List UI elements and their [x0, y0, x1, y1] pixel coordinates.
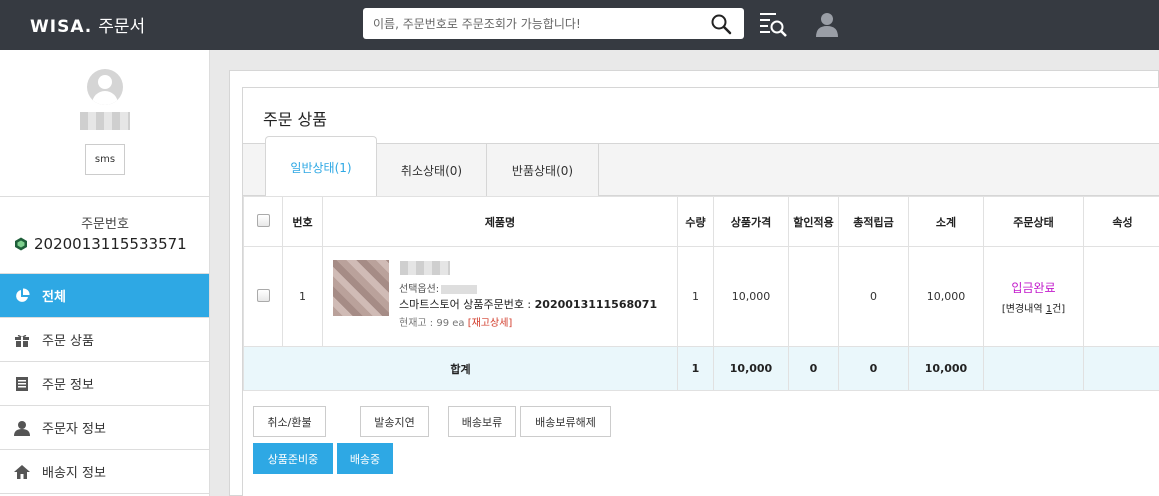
status-tabs: 일반상태(1) 취소상태(0) 반품상태(0)	[243, 136, 1159, 197]
tab-cancel[interactable]: 취소상태(0)	[377, 144, 487, 196]
row-no: 1	[282, 246, 323, 347]
shipping-delay-button[interactable]: 발송지연	[360, 406, 429, 437]
sidebar-item-label: 주문자 정보	[42, 422, 106, 437]
panel-title: 주문 상품	[263, 110, 327, 129]
sidebar-item-label: 전체	[42, 290, 66, 305]
total-price: 10,000	[713, 346, 789, 391]
shipping-hold-button[interactable]: 배송보류	[448, 406, 516, 437]
pie-chart-icon	[16, 287, 30, 302]
col-header-discount: 할인적용	[788, 196, 839, 247]
col-header-subtotal: 소계	[908, 196, 984, 247]
avatar	[87, 69, 123, 105]
sidebar-item-orderer-info[interactable]: 주문자 정보	[0, 406, 209, 450]
product-cell: 선택옵션: 스마트스토어 상품주문번호 : 2020013111568071 현…	[322, 246, 678, 347]
total-status-empty	[983, 346, 1084, 391]
total-label: 합계	[243, 346, 678, 391]
product-name-blurred[interactable]	[400, 261, 450, 275]
order-number-value: 2020013115533571	[34, 235, 187, 253]
user-icon[interactable]	[814, 11, 840, 37]
row-attr	[1083, 246, 1159, 347]
total-qty: 1	[677, 346, 714, 391]
in-delivery-button[interactable]: 배송중	[337, 443, 393, 474]
order-search-list-icon[interactable]	[758, 9, 788, 39]
search-icon[interactable]	[710, 13, 732, 35]
col-header-points: 총적립금	[838, 196, 909, 247]
content-area: 주문 상품 일반상태(1) 취소상태(0) 반품상태(0) 번호 제품명 수량 …	[229, 70, 1159, 496]
page-title: 주문서	[98, 17, 146, 37]
search-box	[363, 8, 744, 39]
sidebar-item-order-products[interactable]: 주문 상품	[0, 318, 209, 362]
order-number: 2020013115533571	[14, 235, 187, 253]
sms-button[interactable]: sms	[85, 144, 125, 175]
status-history-link[interactable]: [변경내역 1건]	[984, 300, 1083, 315]
sidebar-item-label: 주문 정보	[42, 378, 94, 393]
top-bar: WISA. 주문서	[0, 0, 1159, 50]
row-qty: 1	[677, 246, 714, 347]
sidebar-item-label: 주문 상품	[42, 334, 94, 349]
col-header-price: 상품가격	[713, 196, 789, 247]
document-icon	[16, 376, 28, 391]
grade-badge-icon	[15, 237, 27, 251]
row-subtotal: 10,000	[908, 246, 984, 347]
tab-normal[interactable]: 일반상태(1)	[265, 136, 377, 197]
row-status-cell: 입금완료 [변경내역 1건]	[983, 246, 1084, 347]
total-subtotal: 10,000	[908, 346, 984, 391]
total-discount: 0	[788, 346, 839, 391]
order-number-label: 주문번호	[81, 217, 129, 232]
product-thumbnail[interactable]	[333, 260, 389, 316]
customer-name-blurred	[80, 112, 130, 130]
person-icon	[14, 420, 30, 436]
order-status: 입금완료	[1011, 280, 1056, 295]
table-header-row: 번호 제품명 수량 상품가격 할인적용 총적립금 소계 주문상태 속성	[243, 196, 1159, 247]
select-all-checkbox[interactable]	[256, 213, 270, 227]
search-input[interactable]	[373, 14, 703, 34]
total-attr-empty	[1083, 346, 1159, 391]
order-products-table: 번호 제품명 수량 상품가격 할인적용 총적립금 소계 주문상태 속성 1 선택…	[243, 196, 1159, 391]
row-checkbox[interactable]	[256, 288, 270, 302]
stock-detail-link[interactable]: [재고상세]	[468, 318, 513, 329]
total-points: 0	[838, 346, 909, 391]
brand-logo: WISA.	[30, 17, 93, 37]
home-icon	[14, 464, 30, 479]
sidebar-item-shipping-info[interactable]: 배송지 정보	[0, 450, 209, 494]
col-header-product: 제품명	[322, 196, 678, 247]
select-all-cell	[243, 196, 283, 247]
store-order-number: 스마트스토어 상품주문번호 : 2020013111568071	[399, 298, 658, 311]
order-products-panel: 주문 상품 일반상태(1) 취소상태(0) 반품상태(0) 번호 제품명 수량 …	[242, 87, 1159, 496]
col-header-attr: 속성	[1083, 196, 1159, 247]
total-row: 합계 1 10,000 0 0 10,000	[243, 346, 1159, 391]
col-header-qty: 수량	[677, 196, 714, 247]
row-select-cell	[243, 246, 283, 347]
gift-icon	[15, 334, 29, 347]
table-row: 1 선택옵션: 스마트스토어 상품주문번호 : 2020013111568071…	[243, 246, 1159, 347]
product-option: 선택옵션:	[399, 280, 478, 295]
tab-return[interactable]: 반품상태(0)	[487, 144, 599, 196]
sidebar-item-all[interactable]: 전체	[0, 274, 209, 318]
sidebar: sms 주문번호 2020013115533571 전체 주문 상품 주문 정보…	[0, 50, 210, 496]
row-points: 0	[838, 246, 909, 347]
col-header-no: 번호	[282, 196, 323, 247]
preparing-product-button[interactable]: 상품준비중	[253, 443, 333, 474]
profile-section: sms	[0, 50, 209, 197]
row-price: 10,000	[713, 246, 789, 347]
brand[interactable]: WISA. 주문서	[30, 12, 145, 37]
sidebar-item-order-info[interactable]: 주문 정보	[0, 362, 209, 406]
row-discount	[788, 246, 839, 347]
stock-info: 현재고 : 99 ea [재고상세]	[399, 318, 513, 329]
col-header-status: 주문상태	[983, 196, 1084, 247]
order-number-section: 주문번호 2020013115533571	[0, 197, 209, 274]
sidebar-item-label: 배송지 정보	[42, 466, 106, 481]
release-hold-button[interactable]: 배송보류해제	[520, 406, 611, 437]
cancel-refund-button[interactable]: 취소/환불	[253, 406, 326, 437]
